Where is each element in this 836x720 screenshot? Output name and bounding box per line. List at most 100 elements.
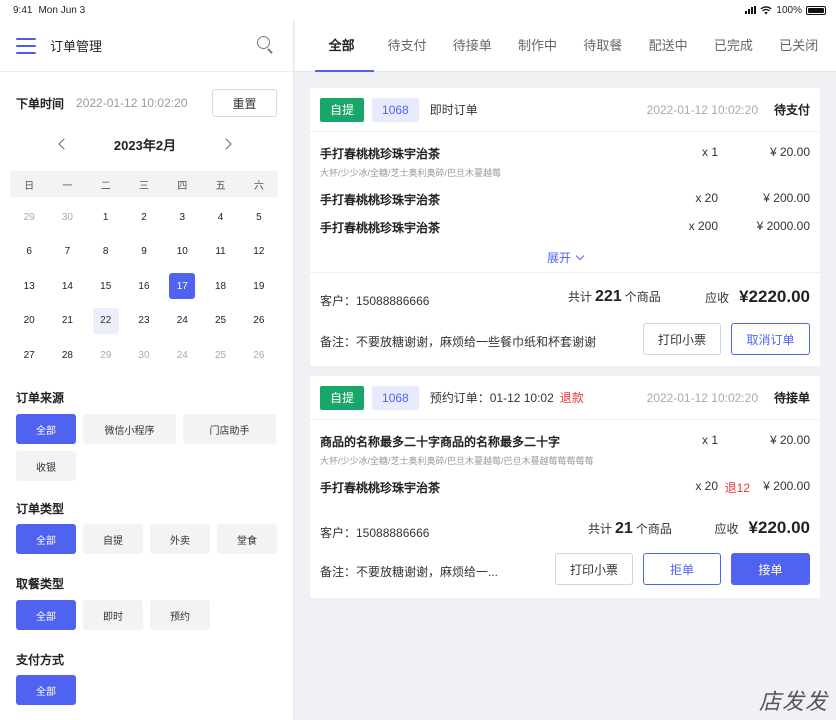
- divider: [310, 272, 820, 273]
- signal-icon: [745, 6, 757, 14]
- calendar-day[interactable]: 29: [10, 200, 48, 235]
- pickup-option[interactable]: 全部: [16, 600, 76, 630]
- calendar-day[interactable]: 30: [48, 200, 86, 235]
- calendar-day[interactable]: 25: [201, 304, 239, 339]
- calendar-day-label: 11: [215, 246, 226, 258]
- weekday-label: 一: [62, 180, 73, 192]
- type-option[interactable]: 全部: [16, 524, 76, 554]
- expand-label: 展开: [546, 251, 571, 265]
- type-option[interactable]: 自提: [83, 524, 143, 554]
- tab-status[interactable]: 待接单: [440, 20, 505, 72]
- calendar-day[interactable]: 6: [10, 235, 48, 270]
- tab-status[interactable]: 全部: [309, 20, 375, 72]
- calendar-day-label: 16: [138, 280, 150, 292]
- prev-month-icon[interactable]: [58, 138, 70, 150]
- menu-icon[interactable]: [16, 37, 36, 54]
- order-item: 手打春桃桃珍珠宇治茶 大杯/少少冰/全糖/芝士奥利奥碎/巴旦木蔓越莓 x 1 ¥…: [310, 145, 810, 179]
- calendar-day[interactable]: 16: [125, 269, 163, 304]
- tab-status[interactable]: 已完成: [701, 20, 766, 72]
- calendar-day[interactable]: 8: [87, 235, 125, 270]
- reset-button[interactable]: 重置: [212, 89, 277, 117]
- item-name: 手打春桃桃珍珠宇治茶: [320, 147, 441, 161]
- search-icon[interactable]: [257, 36, 275, 54]
- print-receipt-button[interactable]: 打印小票: [555, 553, 633, 585]
- calendar-day-label: 21: [61, 315, 73, 327]
- calendar-day[interactable]: 20: [10, 304, 48, 339]
- item-qty: x 20: [695, 191, 718, 205]
- calendar-day[interactable]: 7: [48, 235, 86, 270]
- order-item: 手打春桃桃珍珠宇治茶 x 20 ¥ 200.00: [310, 191, 810, 208]
- tab-status[interactable]: 已关闭: [766, 20, 831, 72]
- calendar-day[interactable]: 22: [87, 304, 125, 339]
- calendar-day-label: 24: [176, 349, 188, 361]
- calendar-day-label: 30: [61, 211, 73, 223]
- next-month-icon[interactable]: [220, 138, 232, 150]
- calendar-day[interactable]: 25: [201, 338, 239, 373]
- calendar-day[interactable]: 19: [240, 269, 278, 304]
- calendar-day[interactable]: 17: [163, 269, 201, 304]
- tab-status[interactable]: 制作中: [505, 20, 570, 72]
- calendar-day[interactable]: 4: [201, 200, 239, 235]
- calendar-day-label: 29: [100, 349, 112, 361]
- tab-status[interactable]: 配送中: [635, 20, 700, 72]
- pickup-option[interactable]: 预约: [150, 600, 210, 630]
- calendar-day[interactable]: 18: [201, 269, 239, 304]
- source-option[interactable]: 收银: [16, 451, 76, 481]
- calendar-day[interactable]: 24: [163, 304, 201, 339]
- source-option[interactable]: 全部: [16, 414, 76, 444]
- calendar-day[interactable]: 14: [48, 269, 86, 304]
- tab-status[interactable]: 待取餐: [570, 20, 635, 72]
- item-total: 共计 21 个商品: [588, 520, 672, 538]
- calendar-day[interactable]: 13: [10, 269, 48, 304]
- order-list-panel: 全部 待支付 待接单 制作中 待取餐 配送中 已完成 已关闭 自提 1068 即时订单 202…: [295, 20, 836, 720]
- weekday-label: 五: [215, 180, 226, 192]
- pickup-option[interactable]: 即时: [83, 600, 143, 630]
- payment-method-options: 全部: [16, 675, 277, 705]
- amount-due: 应收 ¥220.00: [715, 518, 810, 538]
- item-qty: x 20: [695, 479, 718, 493]
- tab-status[interactable]: 待支付: [374, 20, 439, 72]
- accept-order-button[interactable]: 接单: [731, 553, 810, 585]
- calendar-day[interactable]: 23: [125, 304, 163, 339]
- calendar-day[interactable]: 27: [10, 338, 48, 373]
- order-source-options: 全部 微信小程序 门店助手收银: [16, 414, 277, 481]
- calendar-day[interactable]: 11: [201, 235, 239, 270]
- calendar-day[interactable]: 12: [240, 235, 278, 270]
- calendar-day[interactable]: 1: [87, 200, 125, 235]
- calendar-day[interactable]: 24: [163, 338, 201, 373]
- calendar-day-label: 22: [92, 307, 119, 334]
- payment-option[interactable]: 全部: [16, 675, 76, 705]
- calendar-day[interactable]: 21: [48, 304, 86, 339]
- due-label: 应收: [705, 291, 730, 305]
- order-kind: 预约订单：01-12 10:02: [429, 391, 554, 405]
- calendar-day[interactable]: 2: [125, 200, 163, 235]
- calendar-day[interactable]: 29: [87, 338, 125, 373]
- calendar-day-label: 2: [141, 211, 147, 223]
- due-amount: ¥2220.00: [739, 287, 810, 306]
- calendar-day[interactable]: 26: [240, 304, 278, 339]
- calendar-day[interactable]: 30: [125, 338, 163, 373]
- calendar-day[interactable]: 15: [87, 269, 125, 304]
- expand-button[interactable]: 展开: [310, 249, 820, 266]
- calendar-day[interactable]: 5: [240, 200, 278, 235]
- reject-order-button[interactable]: 拒单: [643, 553, 721, 585]
- type-option[interactable]: 外卖: [150, 524, 210, 554]
- calendar-day[interactable]: 9: [125, 235, 163, 270]
- type-option[interactable]: 堂食: [217, 524, 277, 554]
- calendar-day[interactable]: 26: [240, 338, 278, 373]
- total-suffix: 个商品: [635, 522, 672, 536]
- calendar-day[interactable]: 10: [163, 235, 201, 270]
- calendar-day[interactable]: 3: [163, 200, 201, 235]
- source-option[interactable]: 门店助手: [183, 414, 276, 444]
- cancel-order-button[interactable]: 取消订单: [731, 323, 810, 355]
- calendar-day[interactable]: 28: [48, 338, 86, 373]
- item-name: 手打春桃桃珍珠宇治茶: [320, 193, 441, 207]
- print-receipt-button[interactable]: 打印小票: [643, 323, 721, 355]
- calendar-day-label: 1: [102, 211, 109, 223]
- source-option[interactable]: 微信小程序: [83, 414, 176, 444]
- calendar-day-label: 28: [61, 349, 73, 361]
- order-type-options: 全部 自提 外卖 堂食: [16, 524, 277, 554]
- total-count: 21: [615, 520, 633, 537]
- order-item: 商品的名称最多二十字商品的名称最多二十字 大杯/少少冰/全糖/芝士奥利奥碎/巴旦…: [310, 433, 810, 467]
- order-time-value[interactable]: 2022-01-12 10:02:20: [76, 96, 187, 110]
